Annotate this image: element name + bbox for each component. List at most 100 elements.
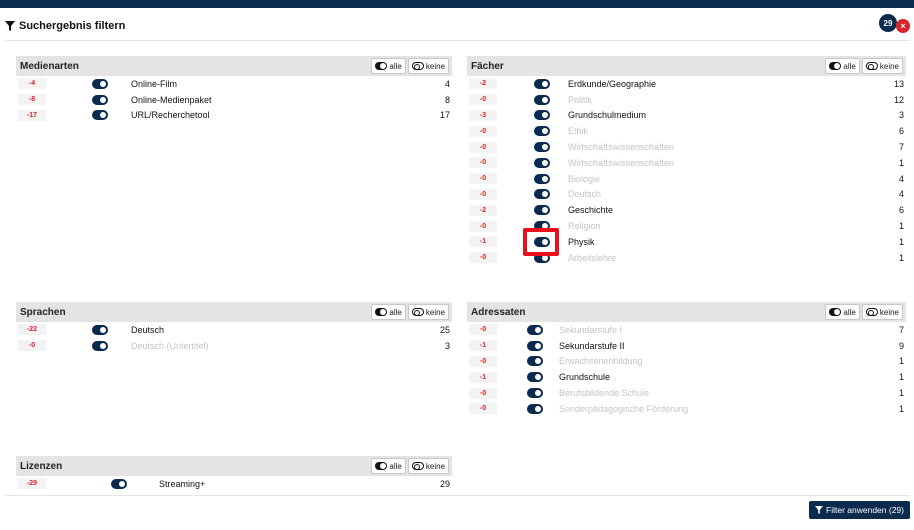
delta-badge: -0 [469, 188, 497, 200]
select-all-button[interactable]: alle [371, 458, 406, 474]
delta-badge: -2 [469, 78, 497, 90]
filter-label: Geschichte [568, 205, 614, 216]
filter-toggle[interactable] [527, 356, 543, 367]
filter-toggle[interactable] [527, 388, 543, 399]
select-all-button[interactable]: alle [371, 304, 406, 320]
filter-list: -29 Streaming+ 29 [16, 476, 452, 492]
filter-count: 4 [898, 189, 904, 200]
select-none-button[interactable]: keine [861, 304, 903, 320]
toggle-on-icon [375, 62, 388, 70]
filter-toggle[interactable] [527, 324, 543, 335]
panel-lizenzen: Lizenzen alle keine -29 Streaming+ 29 [16, 456, 452, 492]
delta-badge: -0 [469, 355, 497, 367]
filter-toggle[interactable] [92, 324, 108, 335]
filter-toggle[interactable] [111, 478, 127, 489]
delta-badge: -2 [469, 204, 497, 216]
close-button[interactable]: × [896, 19, 910, 33]
filter-list: -0 Sekundarstufe I 7 -1 Sekundarstufe II 9 -0 E… [467, 322, 906, 417]
filter-label: Sekundarstufe I [559, 324, 623, 335]
filter-row: -22 Deutsch 25 [16, 322, 452, 338]
filter-label: Deutsch [131, 324, 165, 335]
select-all-button[interactable]: alle [825, 304, 860, 320]
filter-toggle[interactable] [527, 403, 543, 414]
panel-header: Lizenzen alle keine [16, 456, 452, 476]
result-count-badge: 29 [879, 14, 897, 32]
filter-row: -0 Politik 12 [467, 92, 906, 108]
filter-toggle[interactable] [534, 157, 550, 168]
filter-count: 6 [898, 205, 904, 216]
filter-toggle[interactable] [527, 372, 543, 383]
filter-count: 12 [893, 94, 904, 105]
filter-row: -17 URL/Recherchetool 17 [16, 108, 452, 124]
filter-label: Grundschule [559, 372, 611, 383]
toggle-on-icon [829, 308, 842, 316]
filter-toggle[interactable] [92, 78, 108, 89]
filter-row: -0 Wirtschaftswissenschaften 7 [467, 139, 906, 155]
filter-count: 13 [893, 78, 904, 89]
delta-badge: -0 [469, 220, 497, 232]
header-divider [5, 40, 910, 41]
filter-toggle[interactable] [534, 173, 550, 184]
filter-toggle[interactable] [92, 94, 108, 105]
filter-count: 4 [444, 78, 450, 89]
select-none-label: keine [879, 61, 899, 71]
filter-count: 4 [898, 173, 904, 184]
select-none-button[interactable]: keine [861, 58, 903, 74]
panel-sprachen: Sprachen alle keine -22 Deutsch 25 -0 Deutsc… [16, 302, 452, 354]
filter-label: Wirtschaftswissenschaften [568, 157, 675, 168]
select-all-button[interactable]: alle [371, 58, 406, 74]
filter-row: -2 Geschichte 6 [467, 202, 906, 218]
delta-badge: -0 [469, 324, 497, 336]
select-none-button[interactable]: keine [407, 304, 449, 320]
filter-row: -4 Online-Film 4 [16, 76, 452, 92]
filter-count: 1 [898, 372, 904, 383]
filter-row: -0 Biologie 4 [467, 171, 906, 187]
filter-label: Sekundarstufe II [559, 340, 625, 351]
panel-header: Adressaten alle keine [467, 302, 906, 322]
filter-count: 1 [898, 388, 904, 399]
filter-toggle[interactable] [534, 94, 550, 105]
filter-label: Deutsch (Untertitel) [131, 340, 209, 351]
filter-row: -1 Sekundarstufe II 9 [467, 338, 906, 354]
dialog-title: Suchergebnis filtern [5, 20, 125, 32]
filter-row: -0 Sonderpädagogische Förderung 1 [467, 401, 906, 417]
filter-toggle[interactable] [534, 189, 550, 200]
select-none-button[interactable]: keine [407, 58, 449, 74]
toggle-off-icon [865, 62, 878, 70]
filter-label: Erwachsenenbildung [559, 356, 643, 367]
select-none-label: keine [425, 61, 445, 71]
panel-title: Medienarten [20, 60, 79, 72]
panel-header: Medienarten alle keine [16, 56, 452, 76]
top-accent-bar [0, 0, 914, 8]
filter-toggle[interactable] [534, 78, 550, 89]
select-all-button[interactable]: alle [825, 58, 860, 74]
filter-toggle[interactable] [534, 142, 550, 153]
toggle-off-icon [411, 462, 424, 470]
filter-toggle[interactable] [92, 110, 108, 121]
filter-toggle[interactable] [534, 126, 550, 137]
toggle-on-icon [375, 308, 388, 316]
filter-toggle[interactable] [92, 340, 108, 351]
panel-header: Fächer alle keine [467, 56, 906, 76]
delta-badge: -1 [469, 371, 497, 383]
filter-icon [815, 506, 824, 514]
filter-count: 3 [444, 340, 450, 351]
panel-title: Adressaten [471, 306, 526, 318]
filter-row: -3 Grundschulmedium 3 [467, 108, 906, 124]
filter-count: 1 [898, 356, 904, 367]
filter-row: -29 Streaming+ 29 [16, 476, 452, 492]
filter-count: 6 [898, 126, 904, 137]
toggle-on-icon [375, 462, 388, 470]
select-none-label: keine [425, 461, 445, 471]
filter-count: 7 [898, 324, 904, 335]
select-none-button[interactable]: keine [407, 458, 449, 474]
delta-badge: -22 [18, 324, 46, 336]
filter-label: Biologie [568, 173, 601, 184]
filter-toggle[interactable] [534, 110, 550, 121]
apply-filter-button[interactable]: Filter anwenden (29) [809, 501, 910, 519]
delta-badge: -29 [18, 478, 46, 490]
filter-toggle[interactable] [527, 340, 543, 351]
filter-row: -0 Deutsch 4 [467, 187, 906, 203]
filter-count: 1 [898, 221, 904, 232]
filter-toggle[interactable] [534, 205, 550, 216]
